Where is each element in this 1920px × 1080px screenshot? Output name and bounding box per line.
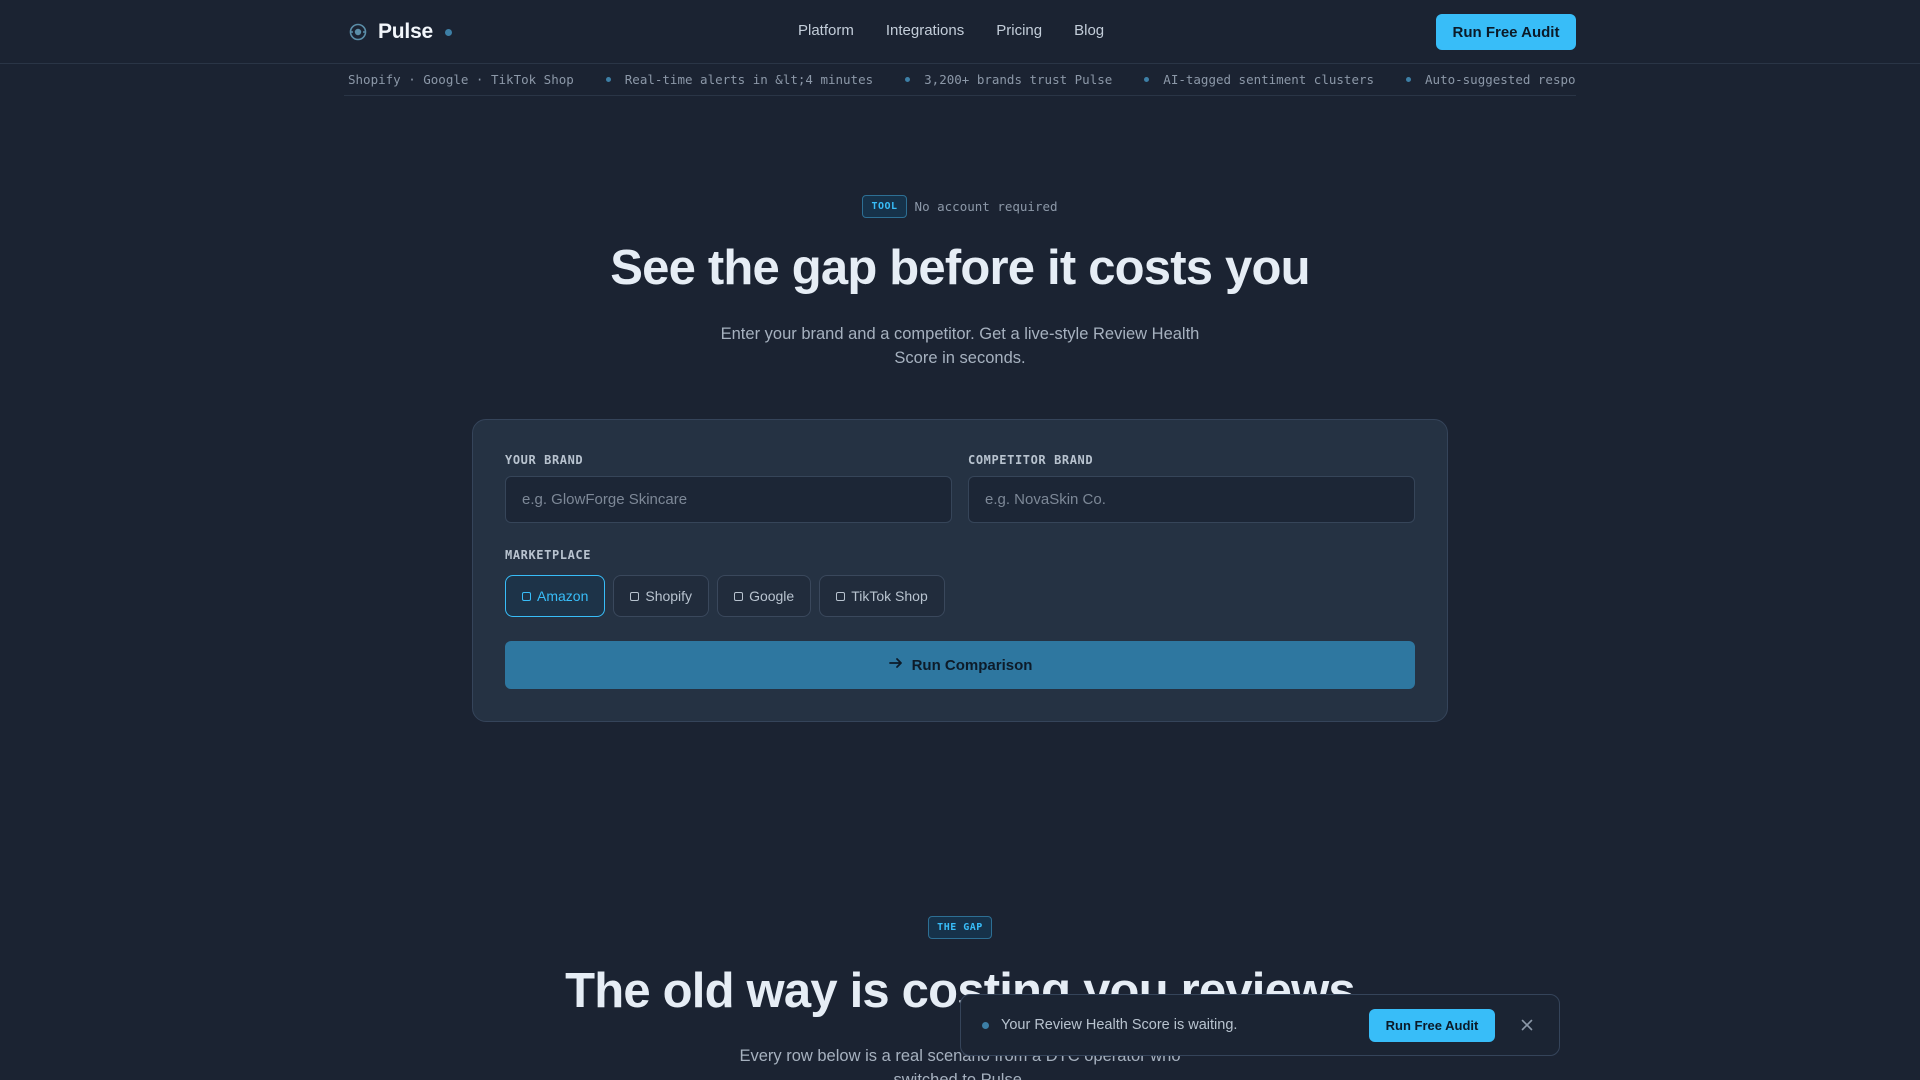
tool-tag: TOOL [862,195,907,218]
your-brand-input[interactable] [505,476,952,523]
ticker-dot-icon [1406,77,1412,82]
nav-pricing[interactable]: Pricing [996,22,1042,39]
audit-toast: Your Review Health Score is waiting. Run… [960,994,1560,1056]
status-dot [445,28,453,36]
toast-message: Your Review Health Score is waiting. [1001,1017,1238,1033]
tag-note: No account required [914,199,1058,214]
marketplace-options: Amazon Shopify Google TikTok Shop [505,575,945,617]
ticker-dot-icon [1144,77,1150,82]
your-brand-label: YOUR BRAND [505,453,584,467]
ticker-track: Shopify · Google · TikTok Shop Real-time… [344,72,1576,87]
ticker-dot-icon [605,77,611,82]
gap-tag-row: THE GAP [0,916,1920,939]
marketplace-amazon[interactable]: Amazon [505,575,606,617]
nav-blog[interactable]: Blog [1074,22,1104,39]
ticker-item: AI-tagged sentiment clusters [1163,72,1375,87]
checkbox-icon [836,591,846,601]
nav-platform[interactable]: Platform [798,22,854,39]
toast-run-free-audit-button[interactable]: Run Free Audit [1369,1008,1495,1042]
competitor-brand-label: COMPETITOR BRAND [968,453,1094,467]
marketplace-shopify[interactable]: Shopify [613,575,710,617]
run-comparison-label: Run Comparison [911,656,1033,674]
run-free-audit-button[interactable]: Run Free Audit [1436,14,1576,50]
ticker-item: 3,200+ brands trust Pulse [924,72,1113,87]
brand-name: Pulse [378,20,434,43]
hero-title: See the gap before it costs you [610,241,1310,295]
competitor-brand-input[interactable] [968,476,1415,523]
arrow-right-icon [888,655,904,675]
feature-ticker: Shopify · Google · TikTok Shop Real-time… [344,64,1576,96]
site-header: Pulse Platform Integrations Pricing Blog… [0,0,1920,64]
ticker-item: Auto-suggested response tem [1425,72,1576,87]
marketplace-google[interactable]: Google [717,575,812,617]
hero-subtitle: Enter your brand and a competitor. Get a… [720,325,1200,367]
checkbox-icon [630,591,640,601]
main-nav: Platform Integrations Pricing Blog [798,22,1104,39]
comparison-form-card: YOUR BRAND COMPETITOR BRAND MARKETPLACE … [472,419,1448,722]
gap-tag: THE GAP [928,916,992,939]
logo[interactable]: Pulse [348,18,453,46]
run-comparison-button[interactable]: Run Comparison [505,641,1415,689]
ticker-item: Real-time alerts in &lt;4 minutes [624,72,874,87]
toast-dot-icon [982,1021,989,1029]
close-icon[interactable] [1515,1013,1539,1037]
chip-label: TikTok Shop [851,588,928,604]
chip-label: Google [749,588,795,604]
marketplace-tiktok-shop[interactable]: TikTok Shop [819,575,945,617]
chip-label: Amazon [537,588,589,604]
nav-integrations[interactable]: Integrations [886,22,964,39]
hero-badge-row: TOOL No account required [0,195,1920,218]
ticker-dot-icon [905,77,911,82]
marketplace-label: MARKETPLACE [505,548,592,562]
checkbox-icon [734,591,744,601]
chip-label: Shopify [645,588,693,604]
ticker-lead: Shopify · Google · TikTok Shop [348,72,574,87]
checkbox-icon [522,591,531,601]
pulse-logo-icon [348,22,368,42]
